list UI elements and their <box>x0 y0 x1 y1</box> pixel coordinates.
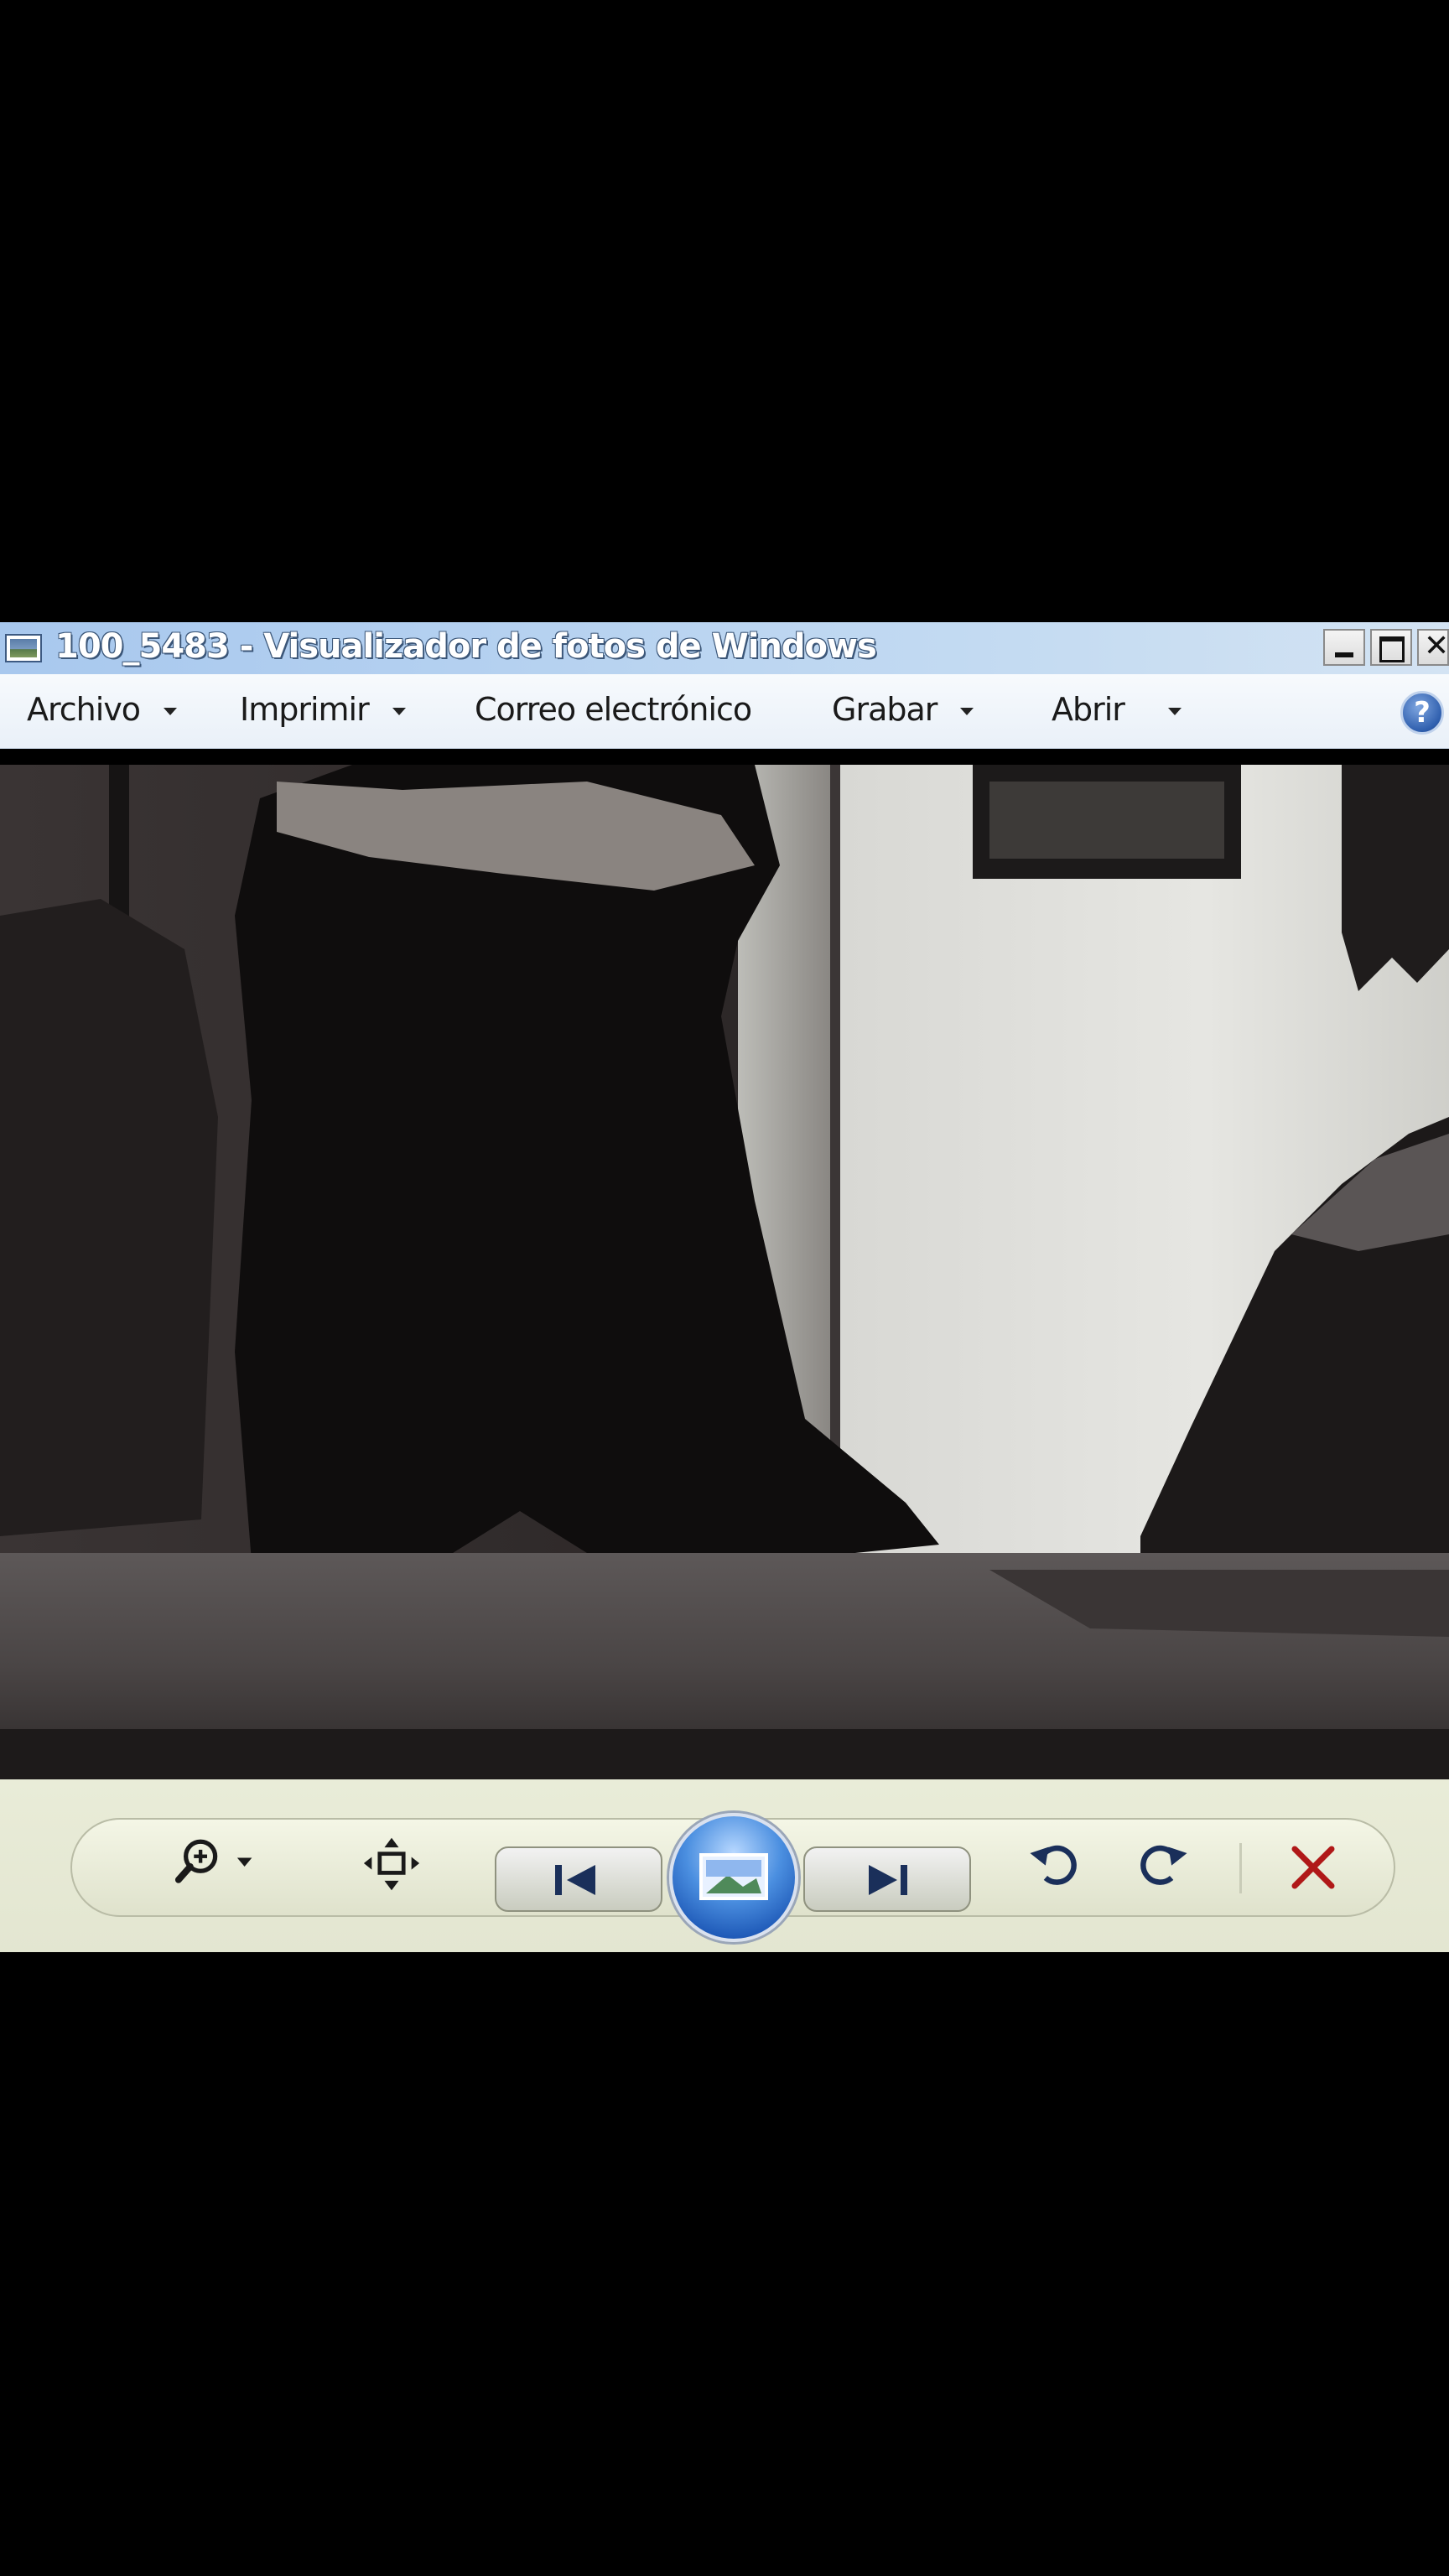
close-window-button[interactable]: ✕ <box>1417 629 1449 666</box>
slideshow-button[interactable] <box>669 1813 798 1942</box>
menu-imprimir[interactable]: Imprimir <box>240 691 406 731</box>
window-controls: ✕ <box>1318 629 1449 667</box>
chevron-down-icon <box>1167 708 1182 715</box>
minimize-button[interactable] <box>1323 629 1365 666</box>
menu-abrir-label: Abrir <box>1052 691 1125 728</box>
fit-window-icon[interactable] <box>361 1835 423 1893</box>
chevron-down-icon <box>392 708 406 715</box>
photo-image <box>0 765 1449 1779</box>
delete-icon[interactable] <box>1286 1838 1340 1897</box>
viewer-toolbar <box>0 1779 1449 1952</box>
slideshow-icon <box>699 1853 768 1900</box>
title-bar[interactable]: 100_5483 - Visualizador de fotos de Wind… <box>0 622 1449 675</box>
menu-archivo-label: Archivo <box>27 691 141 728</box>
previous-button[interactable] <box>495 1846 662 1912</box>
next-button[interactable] <box>803 1846 971 1912</box>
chevron-down-icon <box>960 708 974 715</box>
help-icon[interactable]: ? <box>1400 691 1444 735</box>
menu-archivo[interactable]: Archivo <box>27 691 178 731</box>
window-title: 100_5483 - Visualizador de fotos de Wind… <box>55 627 877 666</box>
toolbar-separator <box>1239 1843 1242 1893</box>
menu-bar: Archivo Imprimir Correo electrónico Grab… <box>0 674 1449 749</box>
rotate-clockwise-icon[interactable] <box>1134 1833 1192 1892</box>
next-icon <box>869 1865 907 1895</box>
app-icon[interactable] <box>5 634 42 662</box>
menu-grabar[interactable]: Grabar <box>832 691 974 731</box>
zoom-icon[interactable] <box>164 1831 273 1890</box>
screen: 100_5483 - Visualizador de fotos de Wind… <box>0 0 1449 2576</box>
photo-viewer-window: 100_5483 - Visualizador de fotos de Wind… <box>0 622 1449 1952</box>
menu-correo[interactable]: Correo electrónico <box>475 691 752 731</box>
rotate-counterclockwise-icon[interactable] <box>1025 1833 1083 1892</box>
previous-icon <box>555 1865 595 1895</box>
menu-grabar-label: Grabar <box>832 691 937 728</box>
menu-imprimir-label: Imprimir <box>240 691 370 728</box>
maximize-button[interactable] <box>1370 629 1412 666</box>
menu-correo-label: Correo electrónico <box>475 691 752 728</box>
menu-abrir[interactable]: Abrir <box>1052 691 1182 731</box>
photo-display <box>0 765 1449 1779</box>
chevron-down-icon <box>164 708 178 715</box>
